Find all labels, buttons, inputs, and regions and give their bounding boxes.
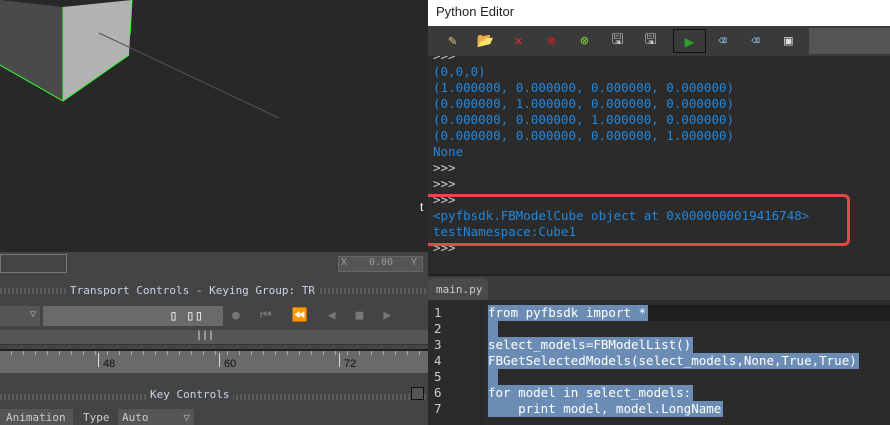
save-icon[interactable]: 🖫 [601, 29, 634, 53]
tab-main-py[interactable]: main.py [428, 278, 488, 302]
clear-console-icon[interactable]: ⌫ [739, 29, 772, 53]
code-line[interactable] [488, 321, 498, 337]
code-editor[interactable]: 1 from pyfbsdk import * 2 3 select_models=F… [428, 300, 890, 425]
toolbar: ✎ 📂 ✕ ⊗ ⊗ 🖫 🖫 ▶ ⌫ ⌫ ▣ [428, 26, 890, 56]
highlight-box [428, 194, 850, 246]
window-title: Python Editor [436, 4, 515, 19]
code-line[interactable]: from pyfbsdk import * [488, 305, 649, 321]
time-display[interactable]: ▯ ▯▯ [43, 306, 223, 326]
open-folder-icon[interactable]: 📂 [469, 29, 502, 53]
dialog-icon[interactable]: ▣ [772, 29, 805, 53]
toolbar-field[interactable] [809, 28, 890, 54]
execute-selection-icon[interactable]: ⌫ [706, 29, 739, 53]
tab-bar: main.py [428, 274, 890, 302]
line-number: 6 [434, 385, 442, 400]
code-line[interactable] [488, 369, 498, 385]
key-controls-title: Key Controls [146, 388, 234, 401]
save-as-icon[interactable]: 🖫 [634, 29, 667, 53]
type-dropdown[interactable]: Auto ▽ [118, 409, 194, 425]
code-line[interactable]: FBGetSelectedModels(select_models,None,T… [488, 353, 859, 369]
line-number: 5 [434, 369, 442, 384]
console-output[interactable]: >>> (0,0,0) (1.000000, 0.000000, 0.00000… [428, 56, 890, 256]
stray-text: t [420, 200, 424, 214]
timeline-ruler[interactable]: 48 60 72 [0, 349, 428, 373]
type-label: Type [83, 411, 110, 424]
line-number: 4 [434, 353, 442, 368]
line-number: 1 [434, 305, 442, 320]
code-line[interactable]: select_models=FBModelList() [488, 337, 694, 353]
transport-panel: X 0.00 Y Transport Controls - Keying Gro… [0, 252, 428, 425]
cube-model[interactable] [0, 0, 428, 252]
line-number: 3 [434, 337, 442, 352]
transport-title: Transport Controls - Keying Group: TR [66, 284, 320, 297]
execute-icon[interactable]: ▶ [673, 29, 706, 53]
close-icon[interactable]: ✕ [502, 29, 535, 53]
code-line[interactable]: print model, model.LongName [488, 401, 724, 417]
dropdown[interactable]: ▽ [0, 306, 40, 326]
close-all-icon[interactable]: ⊗ [535, 29, 568, 53]
restore-icon[interactable] [411, 387, 424, 400]
python-editor-window: Python Editor ✎ 📂 ✕ ⊗ ⊗ 🖫 🖫 ▶ ⌫ ⌫ ▣ >>> … [428, 0, 890, 425]
code-line[interactable]: for model in select_models: [488, 385, 694, 401]
xy-field[interactable]: X 0.00 Y [338, 256, 423, 272]
new-script-icon[interactable]: ✎ [436, 29, 469, 53]
line-number: 7 [434, 401, 442, 416]
field[interactable] [0, 254, 67, 273]
title-bar: Python Editor [428, 0, 890, 26]
3d-viewport[interactable]: t [0, 0, 428, 252]
line-number: 2 [434, 321, 442, 336]
time-slider[interactable]: ||| [0, 330, 428, 345]
playback-buttons[interactable]: ●⏮⏪◀■▶ [232, 308, 411, 323]
clear-icon[interactable]: ⊗ [568, 29, 601, 53]
animation-tab[interactable]: Animation [0, 409, 73, 425]
